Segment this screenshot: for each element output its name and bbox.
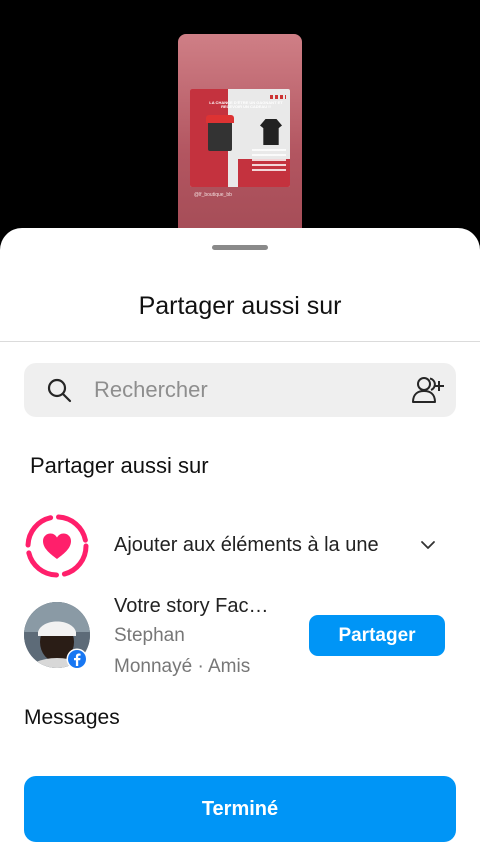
share-bottom-sheet: Partager aussi sur Partager aussi sur Aj… bbox=[0, 228, 480, 854]
account-audience: Monnayé · Amis bbox=[114, 656, 251, 677]
facebook-icon bbox=[66, 648, 88, 670]
add-people-icon[interactable] bbox=[410, 375, 446, 405]
shop-illustration bbox=[206, 115, 234, 151]
account-name: Stephan bbox=[114, 625, 185, 646]
share-section-heading: Partager aussi sur bbox=[30, 453, 209, 478]
story-handle: @lf_boutique_bb bbox=[194, 192, 232, 198]
search-input[interactable] bbox=[94, 363, 394, 417]
search-bar[interactable] bbox=[24, 363, 456, 417]
highlight-label: Ajouter aux éléments à la une bbox=[114, 534, 379, 556]
tshirt-illustration bbox=[260, 119, 282, 145]
done-button[interactable]: Terminé bbox=[24, 776, 456, 842]
search-icon bbox=[47, 378, 72, 403]
sheet-title: Partager aussi sur bbox=[138, 292, 342, 320]
share-button[interactable]: Partager bbox=[309, 615, 445, 656]
heart-ring-icon bbox=[25, 514, 89, 578]
messages-heading: Messages bbox=[24, 706, 120, 729]
chevron-down-icon[interactable] bbox=[420, 537, 436, 553]
facebook-story-row: Votre story Fac… Stephan Monnayé · Amis … bbox=[24, 595, 456, 685]
story-preview: LA CHANCE D'ÊTRE UN GAGNANT ET RECEVOIR … bbox=[178, 34, 302, 254]
facebook-story-title: Votre story Fac… bbox=[114, 595, 269, 617]
story-card-title: LA CHANCE D'ÊTRE UN GAGNANT ET RECEVOIR … bbox=[209, 100, 283, 109]
divider bbox=[0, 341, 480, 342]
sheet-grabber[interactable] bbox=[212, 245, 268, 250]
story-post-image: LA CHANCE D'ÊTRE UN GAGNANT ET RECEVOIR … bbox=[190, 89, 290, 187]
add-to-highlights-row[interactable]: Ajouter aux éléments à la une bbox=[24, 513, 456, 579]
